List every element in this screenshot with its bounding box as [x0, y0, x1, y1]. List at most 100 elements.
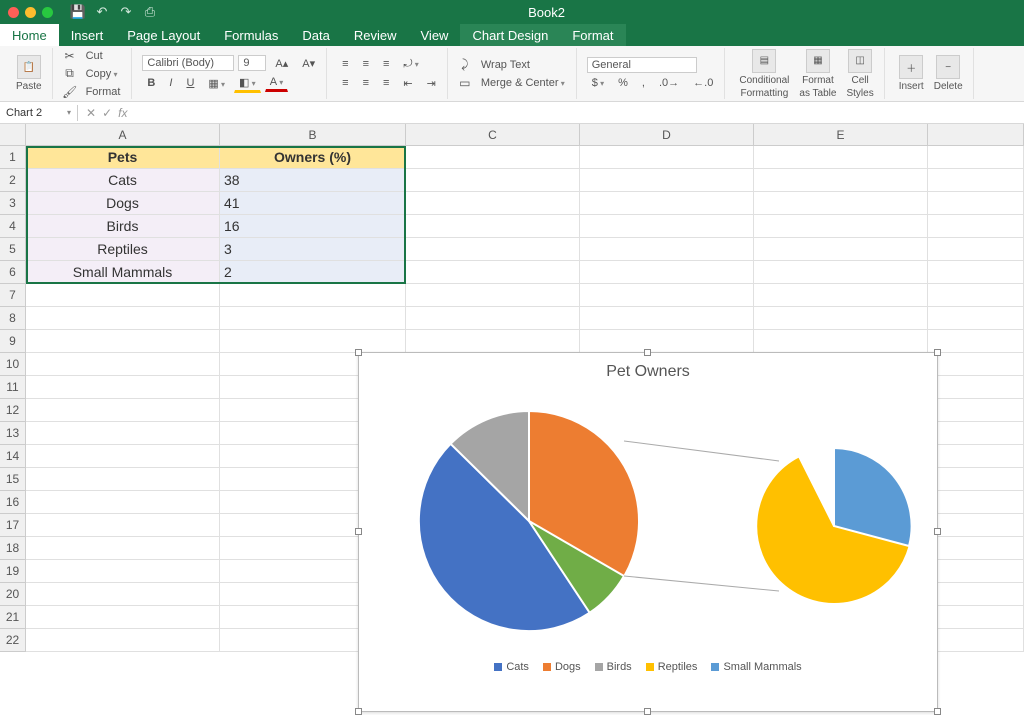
decrease-decimal[interactable]: ←.0 — [688, 75, 718, 91]
row-header[interactable]: 11 — [0, 376, 26, 399]
cell[interactable] — [928, 284, 1024, 307]
row-header[interactable]: 21 — [0, 606, 26, 629]
tab-home[interactable]: Home — [0, 24, 59, 46]
cell[interactable] — [26, 468, 220, 491]
col-header-rest[interactable] — [928, 124, 1024, 146]
number-format-select[interactable]: General — [587, 57, 697, 73]
cell[interactable]: Cats — [26, 169, 220, 192]
cell[interactable] — [580, 330, 754, 353]
format-as-table[interactable]: ▦Formatas Table — [795, 47, 840, 101]
cell[interactable] — [406, 330, 580, 353]
row-header[interactable]: 6 — [0, 261, 26, 284]
cell[interactable] — [26, 629, 220, 652]
cell[interactable] — [754, 192, 928, 215]
align-bottom[interactable]: ≡ — [378, 56, 394, 72]
format-button[interactable]: Format — [81, 84, 126, 100]
tab-view[interactable]: View — [409, 24, 461, 46]
cell[interactable] — [928, 514, 1024, 537]
cell[interactable] — [580, 261, 754, 284]
delete-cells[interactable]: −Delete — [930, 53, 967, 94]
cell[interactable] — [406, 307, 580, 330]
row-header[interactable]: 19 — [0, 560, 26, 583]
cell[interactable] — [928, 422, 1024, 445]
row-header[interactable]: 4 — [0, 215, 26, 238]
cell[interactable] — [928, 215, 1024, 238]
cell[interactable] — [928, 169, 1024, 192]
italic-button[interactable]: I — [164, 75, 177, 91]
cell[interactable] — [754, 238, 928, 261]
cell[interactable] — [580, 192, 754, 215]
cell[interactable] — [26, 399, 220, 422]
row-header[interactable]: 1 — [0, 146, 26, 169]
cell[interactable] — [928, 606, 1024, 629]
tab-format[interactable]: Format — [560, 24, 625, 46]
col-header-C[interactable]: C — [406, 124, 580, 146]
cell[interactable] — [406, 261, 580, 284]
cell[interactable] — [928, 399, 1024, 422]
cut-button[interactable]: Cut — [81, 48, 108, 64]
save-icon[interactable]: 💾 — [71, 5, 85, 19]
cell[interactable] — [580, 169, 754, 192]
print-icon[interactable]: ⎙ — [143, 5, 157, 19]
resize-handle[interactable] — [355, 708, 362, 715]
tab-formulas[interactable]: Formulas — [212, 24, 290, 46]
redo-icon[interactable]: ↷ — [119, 5, 133, 19]
cell[interactable] — [928, 583, 1024, 606]
cell[interactable] — [26, 307, 220, 330]
row-header[interactable]: 22 — [0, 629, 26, 652]
comma-button[interactable]: , — [637, 75, 650, 91]
cell[interactable] — [406, 215, 580, 238]
cell[interactable] — [928, 146, 1024, 169]
cell[interactable] — [26, 445, 220, 468]
cell[interactable] — [754, 261, 928, 284]
cell[interactable]: 16 — [220, 215, 406, 238]
select-all-corner[interactable] — [0, 124, 26, 146]
bold-button[interactable]: B — [142, 75, 160, 91]
cell[interactable] — [26, 491, 220, 514]
cell[interactable] — [406, 169, 580, 192]
formula-bar[interactable] — [135, 111, 1024, 115]
border-button[interactable]: ▦ — [203, 75, 230, 92]
tab-page-layout[interactable]: Page Layout — [115, 24, 212, 46]
cell[interactable]: Owners (%) — [220, 146, 406, 169]
row-header[interactable]: 12 — [0, 399, 26, 422]
row-header[interactable]: 14 — [0, 445, 26, 468]
cell[interactable] — [754, 146, 928, 169]
row-header[interactable]: 13 — [0, 422, 26, 445]
cell[interactable] — [406, 284, 580, 307]
col-header-D[interactable]: D — [580, 124, 754, 146]
close-window[interactable] — [8, 7, 19, 18]
currency-button[interactable]: $ — [587, 75, 609, 91]
cell[interactable] — [580, 307, 754, 330]
cell[interactable] — [928, 353, 1024, 376]
cell[interactable] — [406, 192, 580, 215]
tab-review[interactable]: Review — [342, 24, 409, 46]
row-header[interactable]: 2 — [0, 169, 26, 192]
cell[interactable] — [580, 238, 754, 261]
cell[interactable] — [26, 537, 220, 560]
cell[interactable] — [928, 468, 1024, 491]
cell[interactable] — [928, 238, 1024, 261]
cell[interactable] — [26, 422, 220, 445]
cell[interactable] — [26, 514, 220, 537]
cell[interactable] — [754, 284, 928, 307]
cell[interactable] — [754, 307, 928, 330]
copy-button[interactable]: Copy — [81, 66, 123, 82]
chart-object[interactable]: Pet Owners — [358, 352, 938, 712]
cell[interactable] — [220, 307, 406, 330]
font-name-select[interactable]: Calibri (Body) — [142, 55, 234, 71]
cell[interactable]: 38 — [220, 169, 406, 192]
row-header[interactable]: 9 — [0, 330, 26, 353]
row-header[interactable]: 16 — [0, 491, 26, 514]
cell[interactable]: Small Mammals — [26, 261, 220, 284]
cell[interactable]: 41 — [220, 192, 406, 215]
cell[interactable] — [928, 307, 1024, 330]
cell[interactable]: Pets — [26, 146, 220, 169]
cell[interactable] — [406, 146, 580, 169]
minimize-window[interactable] — [25, 7, 36, 18]
resize-handle[interactable] — [934, 708, 941, 715]
tab-data[interactable]: Data — [290, 24, 341, 46]
cancel-icon[interactable]: ✕ — [86, 106, 96, 120]
chart-plot-area[interactable] — [359, 381, 937, 661]
insert-cells[interactable]: ＋Insert — [895, 53, 928, 94]
